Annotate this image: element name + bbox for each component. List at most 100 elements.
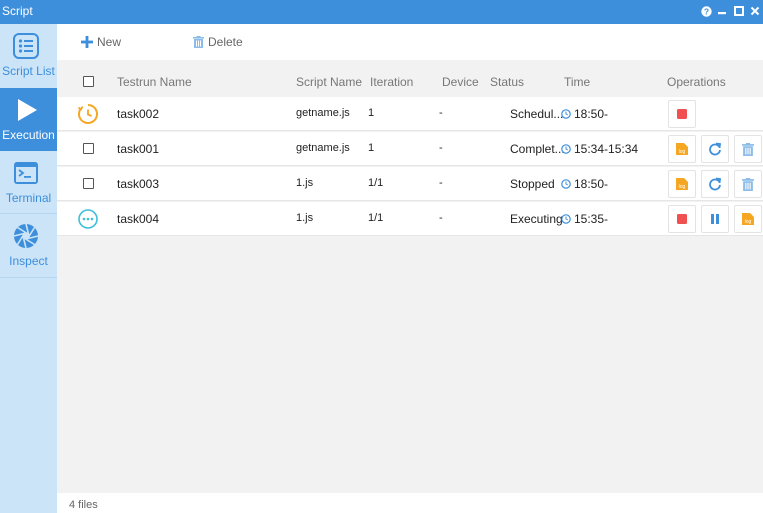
column-header-status: Status (490, 75, 525, 89)
stop-button[interactable] (668, 205, 696, 233)
column-header-name: Testrun Name (117, 75, 192, 89)
script-name: 1.js (296, 177, 314, 189)
column-header-device: Device (442, 75, 479, 89)
status: Complet... (510, 142, 565, 156)
script-name: 1.js (296, 212, 314, 224)
testrun-name: task004 (117, 212, 160, 226)
log-button[interactable]: log (668, 170, 696, 198)
log-icon: log (676, 178, 688, 190)
table-header: Testrun Name Script Name Iteration Devic… (57, 68, 763, 96)
rerun-button[interactable] (701, 170, 729, 198)
log-icon: log (676, 143, 688, 155)
stop-icon (677, 214, 687, 224)
trash-icon (742, 177, 754, 191)
sidebar-item-script-list[interactable]: Script List (0, 24, 57, 87)
sidebar: Script List Execution Terminal Inspect (0, 24, 57, 513)
trash-icon (193, 36, 204, 48)
clock-icon (77, 104, 98, 124)
time-icon (561, 214, 571, 224)
svg-text:?: ? (703, 6, 708, 16)
device: - (439, 142, 443, 154)
column-header-operations: Operations (667, 75, 726, 89)
testrun-name: task001 (117, 142, 160, 156)
delete-row-button[interactable] (734, 135, 762, 163)
svg-text:log: log (745, 219, 752, 225)
delete-row-button[interactable] (734, 170, 762, 198)
sidebar-item-inspect[interactable]: Inspect (0, 214, 57, 277)
table-row[interactable]: task004 1.js 1/1 - Executing 15:35- log (57, 202, 763, 236)
status: Executing (510, 212, 563, 226)
column-header-time: Time (564, 75, 591, 89)
time-value: 15:34-15:34 (574, 142, 639, 156)
log-button[interactable]: log (734, 205, 762, 233)
delete-button[interactable]: Delete (193, 34, 243, 50)
status: Schedul... (510, 107, 564, 121)
title-bar: Script ? (0, 0, 763, 24)
file-count: 4 files (69, 499, 98, 511)
device: - (439, 107, 443, 119)
time-value: 18:50- (574, 177, 609, 191)
svg-text:log: log (679, 149, 686, 155)
testrun-name: task003 (117, 177, 160, 191)
sidebar-divider (0, 277, 57, 278)
column-header-iteration: Iteration (370, 75, 414, 89)
sidebar-item-execution[interactable]: Execution (0, 88, 57, 151)
sidebar-item-label: Script List (2, 64, 55, 78)
svg-text:log: log (679, 184, 686, 190)
minimize-icon[interactable] (714, 2, 730, 20)
time-icon (561, 179, 571, 189)
close-icon[interactable] (747, 2, 763, 20)
time: 15:34-15:34 (561, 142, 638, 156)
sidebar-item-terminal[interactable]: Terminal (0, 151, 57, 214)
window-title: Script (2, 4, 33, 18)
pause-button[interactable] (701, 205, 729, 233)
iteration: 1/1 (368, 212, 384, 224)
terminal-icon (14, 162, 38, 184)
time-icon (561, 144, 571, 154)
rerun-icon (709, 177, 722, 191)
iteration: 1 (368, 107, 375, 119)
plus-icon (81, 36, 93, 48)
device: - (439, 212, 443, 224)
log-button[interactable]: log (668, 135, 696, 163)
toolbar: New Delete (57, 24, 763, 60)
testrun-name: task002 (117, 107, 160, 121)
table-row[interactable]: task001 getname.js 1 - Complet... 15:34-… (57, 132, 763, 166)
maximize-icon[interactable] (731, 2, 747, 20)
time-icon (561, 109, 571, 119)
sidebar-item-label: Inspect (9, 254, 48, 268)
table-row[interactable]: task003 1.js 1/1 - Stopped 18:50- log (57, 167, 763, 201)
table-row[interactable]: task002 getname.js 1 - Schedul... 18:50- (57, 97, 763, 131)
iteration: 1/1 (368, 177, 384, 189)
column-header-script: Script Name (296, 75, 363, 89)
trash-icon (742, 142, 754, 156)
select-all-checkbox[interactable] (83, 76, 94, 87)
stop-button[interactable] (668, 100, 696, 128)
status: Stopped (510, 177, 555, 191)
sidebar-item-label: Terminal (5, 191, 52, 205)
time: 18:50- (561, 177, 608, 191)
pause-icon (711, 214, 719, 224)
execution-table: Testrun Name Script Name Iteration Devic… (57, 60, 763, 493)
device: - (439, 177, 443, 189)
rerun-button[interactable] (701, 135, 729, 163)
script-name: getname.js (296, 107, 350, 119)
iteration: 1 (368, 142, 375, 154)
row-checkbox[interactable] (83, 143, 94, 154)
aperture-icon (13, 223, 39, 249)
stop-icon (677, 109, 687, 119)
time-value: 15:35- (574, 212, 609, 226)
new-button-label: New (97, 35, 122, 49)
log-icon: log (742, 213, 754, 225)
help-icon[interactable]: ? (698, 2, 714, 20)
running-icon (78, 209, 98, 229)
new-button[interactable]: New (81, 34, 121, 50)
time: 18:50- (561, 107, 608, 121)
list-icon (13, 33, 39, 59)
row-checkbox[interactable] (83, 178, 94, 189)
status-bar: 4 files (57, 493, 763, 513)
script-name: getname.js (296, 142, 350, 154)
time-value: 18:50- (574, 107, 609, 121)
time: 15:35- (561, 212, 608, 226)
rerun-icon (709, 142, 722, 156)
